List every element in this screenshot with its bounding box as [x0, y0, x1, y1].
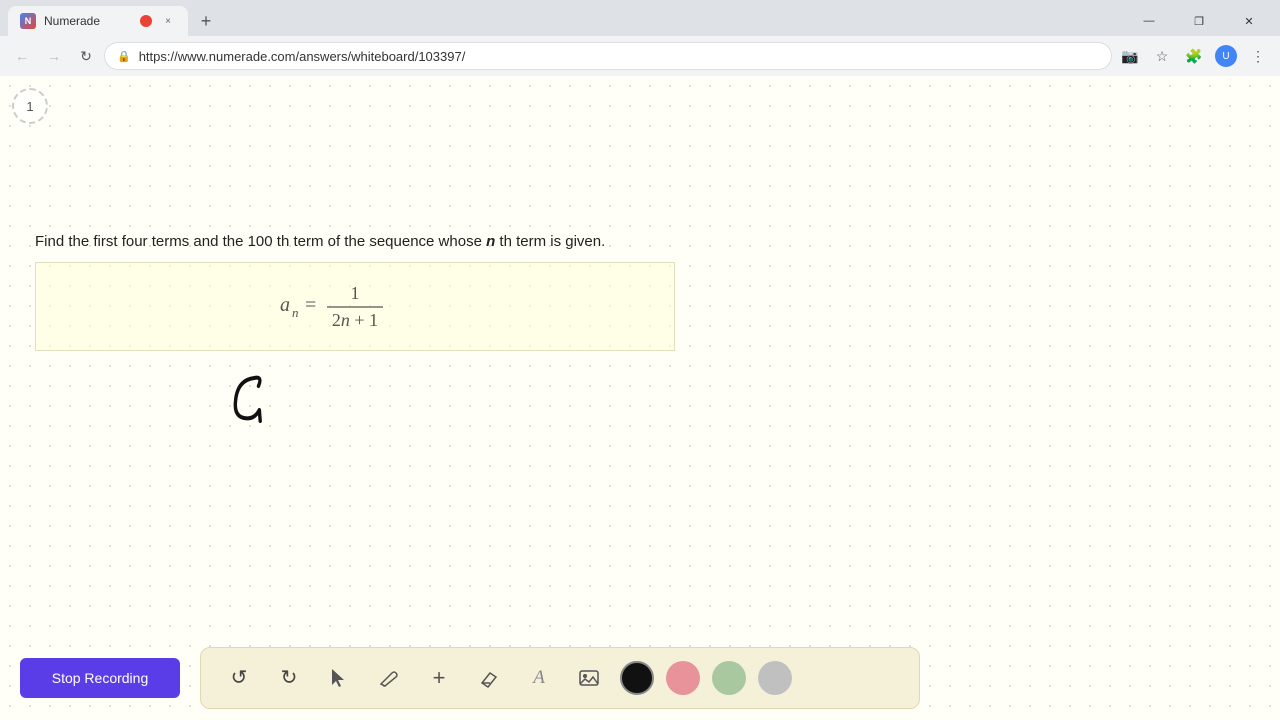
extensions-icon[interactable]: 🧩	[1180, 42, 1208, 70]
url-input[interactable]	[139, 49, 1099, 64]
color-black[interactable]	[620, 661, 654, 695]
step-number: 1	[26, 99, 33, 114]
question-box: Find the first four terms and the 100 th…	[35, 231, 685, 356]
formula-svg: a n = 1 2n + 1	[275, 279, 435, 334]
forward-button: →	[40, 42, 68, 70]
address-bar[interactable]: 🔒	[104, 42, 1112, 70]
add-icon: +	[433, 665, 446, 691]
window-controls: — ❐ ✕	[1126, 6, 1272, 36]
text-tool[interactable]: A	[517, 656, 561, 700]
step-badge: 1	[12, 88, 48, 124]
close-button[interactable]: ✕	[1226, 6, 1272, 36]
cursor-icon	[328, 667, 350, 689]
lock-icon: 🔒	[117, 50, 131, 63]
new-tab-button[interactable]: +	[192, 7, 220, 35]
toolbar-right: 📷 ☆ 🧩 U ⋮	[1116, 42, 1272, 70]
drawing-toolbar: ↺ ↻ +	[200, 647, 920, 709]
pen-tool[interactable]	[367, 656, 411, 700]
color-green[interactable]	[712, 661, 746, 695]
reload-icon: ↻	[80, 48, 92, 65]
minimize-button[interactable]: —	[1126, 6, 1172, 36]
color-pink[interactable]	[666, 661, 700, 695]
text-icon: A	[533, 667, 545, 689]
add-button[interactable]: +	[417, 656, 461, 700]
svg-text:n: n	[292, 305, 299, 320]
color-gray[interactable]	[758, 661, 792, 695]
tab-title: Numerade	[44, 14, 132, 28]
forward-icon: →	[47, 48, 61, 64]
image-tool[interactable]	[567, 656, 611, 700]
svg-text:2n + 1: 2n + 1	[332, 310, 378, 330]
handwritten-character	[220, 366, 280, 446]
image-icon	[578, 667, 600, 689]
maximize-button[interactable]: ❐	[1176, 6, 1222, 36]
back-icon: ←	[15, 48, 29, 64]
back-button: ←	[8, 42, 36, 70]
redo-button[interactable]: ↻	[267, 656, 311, 700]
recording-indicator	[140, 15, 152, 27]
tab-favicon: N	[20, 13, 36, 29]
formula-box: a n = 1 2n + 1	[35, 262, 675, 351]
bottom-area: Stop Recording ↺ ↻	[0, 635, 1280, 720]
navigation-bar: ← → ↻ 🔒 📷 ☆ 🧩 U ⋮	[0, 36, 1280, 76]
bookmark-icon[interactable]: ☆	[1148, 42, 1176, 70]
undo-icon: ↺	[231, 665, 248, 690]
tab-close-button[interactable]: ×	[160, 13, 176, 29]
reload-button[interactable]: ↻	[72, 42, 100, 70]
stop-recording-button[interactable]: Stop Recording	[20, 658, 180, 698]
profile-icon[interactable]: U	[1212, 42, 1240, 70]
camera-icon[interactable]: 📷	[1116, 42, 1144, 70]
undo-button[interactable]: ↺	[217, 656, 261, 700]
whiteboard-canvas[interactable]: 1 Find the first four terms and the 100 …	[0, 76, 1280, 720]
eraser-icon	[478, 667, 500, 689]
cursor-tool[interactable]	[317, 656, 361, 700]
question-text: Find the first four terms and the 100 th…	[35, 231, 685, 254]
handwritten-a-svg	[220, 366, 280, 436]
tab-bar: N Numerade × + — ❐ ✕	[0, 0, 1280, 36]
svg-text:1: 1	[351, 283, 360, 303]
svg-text:=: =	[305, 294, 316, 316]
svg-text:a: a	[280, 294, 290, 316]
menu-button[interactable]: ⋮	[1244, 42, 1272, 70]
active-tab[interactable]: N Numerade ×	[8, 6, 188, 36]
eraser-tool[interactable]	[467, 656, 511, 700]
pen-icon	[378, 667, 400, 689]
redo-icon: ↻	[281, 665, 298, 690]
